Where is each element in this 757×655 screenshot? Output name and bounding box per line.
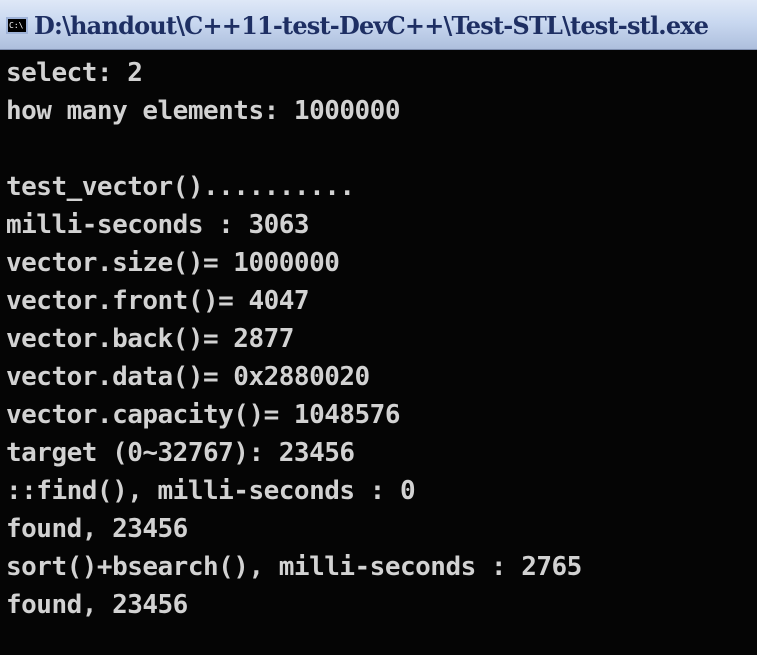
console-line-vector-back: vector.back()= 2877: [6, 324, 294, 354]
console-line-find-time: ::find(), milli-seconds : 0: [6, 476, 416, 506]
console-line-bsearch-time: sort()+bsearch(), milli-seconds : 2765: [6, 552, 582, 582]
console-line-target: target (0~32767): 23456: [6, 438, 355, 468]
console-line-vector-front: vector.front()= 4047: [6, 286, 310, 316]
console-app-icon[interactable]: C:\: [6, 17, 28, 34]
console-line-milli-seconds: milli-seconds : 3063: [6, 210, 310, 240]
console-output[interactable]: select: 2 how many elements: 1000000 tes…: [0, 50, 757, 655]
console-line-vector-capacity: vector.capacity()= 1048576: [6, 400, 401, 430]
console-line-vector-size: vector.size()= 1000000: [6, 248, 340, 278]
console-line-test-vector: test_vector()..........: [6, 172, 355, 202]
window-title: D:\handout\C++11-test-DevC++\Test-STL\te…: [34, 11, 709, 40]
console-line-found: found, 23456: [6, 514, 188, 544]
console-line-found: found, 23456: [6, 590, 188, 620]
console-line-select: select: 2: [6, 58, 143, 88]
console-line-element-count: how many elements: 1000000: [6, 96, 401, 126]
title-bar[interactable]: C:\ D:\handout\C++11-test-DevC++\Test-ST…: [0, 0, 757, 50]
console-window: C:\ D:\handout\C++11-test-DevC++\Test-ST…: [0, 0, 757, 655]
console-line-vector-data: vector.data()= 0x2880020: [6, 362, 370, 392]
